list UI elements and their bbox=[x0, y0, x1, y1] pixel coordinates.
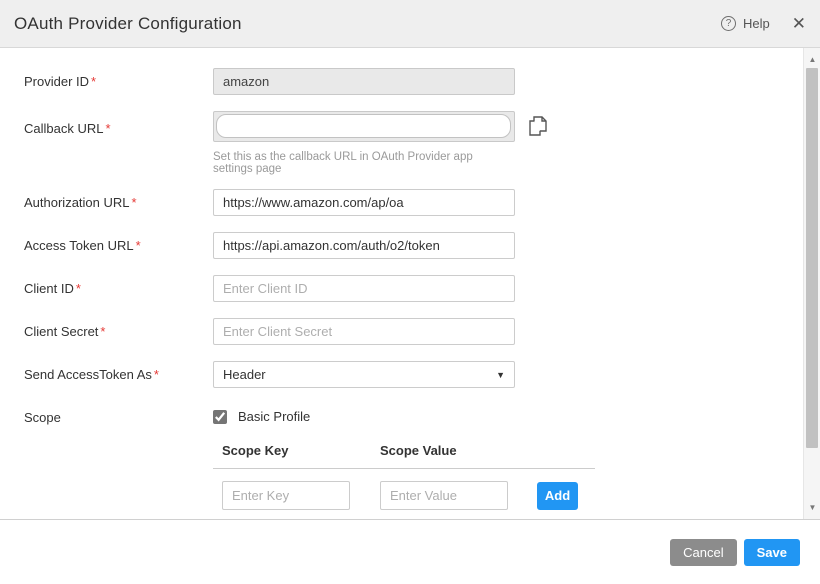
copy-icon[interactable] bbox=[527, 114, 549, 143]
provider-id-control bbox=[213, 68, 515, 95]
dialog-body: Provider ID* Callback URL* bbox=[0, 48, 820, 520]
scope-value-input[interactable] bbox=[380, 481, 508, 510]
provider-id-label: Provider ID* bbox=[24, 68, 213, 95]
provider-id-input bbox=[213, 68, 515, 95]
required-marker: * bbox=[76, 281, 81, 296]
authorization-url-row: Authorization URL* bbox=[24, 189, 820, 216]
help-button[interactable]: ? Help bbox=[721, 16, 770, 31]
add-scope-button[interactable]: Add bbox=[537, 482, 578, 510]
required-marker: * bbox=[91, 74, 96, 89]
access-token-url-control bbox=[213, 232, 515, 259]
callback-url-helper-text: Set this as the callback URL in OAuth Pr… bbox=[213, 151, 515, 175]
authorization-url-input[interactable] bbox=[213, 189, 515, 216]
scope-key-header: Scope Key bbox=[222, 443, 380, 458]
scope-table: Scope Key Scope Value Add bbox=[213, 443, 595, 510]
callback-url-row: Callback URL* Set t bbox=[24, 111, 820, 175]
scope-value-header: Scope Value bbox=[380, 443, 457, 458]
access-token-url-input[interactable] bbox=[213, 232, 515, 259]
scope-row: Scope Basic Profile bbox=[24, 404, 820, 425]
scrollbar-up-arrow-icon[interactable]: ▲ bbox=[804, 51, 820, 68]
callback-url-redaction bbox=[216, 114, 511, 138]
client-id-label-text: Client ID bbox=[24, 281, 74, 296]
send-access-token-selected-value: Header bbox=[223, 367, 266, 382]
client-id-label: Client ID* bbox=[24, 275, 213, 302]
dialog-title: OAuth Provider Configuration bbox=[14, 14, 242, 34]
dialog-header: OAuth Provider Configuration ? Help ✕ bbox=[0, 0, 820, 48]
provider-id-label-text: Provider ID bbox=[24, 74, 89, 89]
authorization-url-control bbox=[213, 189, 515, 216]
scrollbar-thumb[interactable] bbox=[806, 68, 818, 448]
cancel-button[interactable]: Cancel bbox=[670, 539, 736, 566]
scope-label: Scope bbox=[24, 404, 213, 425]
close-icon[interactable]: ✕ bbox=[792, 15, 806, 32]
basic-profile-checkbox[interactable] bbox=[213, 410, 227, 424]
scope-label-text: Scope bbox=[24, 410, 61, 425]
basic-profile-label[interactable]: Basic Profile bbox=[238, 409, 310, 424]
callback-url-field bbox=[213, 111, 515, 142]
client-id-row: Client ID* bbox=[24, 275, 820, 302]
send-access-token-label: Send AccessToken As* bbox=[24, 361, 213, 388]
required-marker: * bbox=[100, 324, 105, 339]
client-secret-row: Client Secret* bbox=[24, 318, 820, 345]
send-access-token-label-text: Send AccessToken As bbox=[24, 367, 152, 382]
required-marker: * bbox=[105, 121, 110, 136]
client-id-input[interactable] bbox=[213, 275, 515, 302]
send-access-token-control: Header ▼ bbox=[213, 361, 515, 388]
callback-url-label: Callback URL* bbox=[24, 111, 213, 175]
access-token-url-row: Access Token URL* bbox=[24, 232, 820, 259]
scope-control: Basic Profile bbox=[213, 404, 515, 425]
save-button[interactable]: Save bbox=[744, 539, 800, 566]
dialog-footer: Cancel Save bbox=[0, 520, 820, 584]
scope-key-input[interactable] bbox=[222, 481, 350, 510]
authorization-url-label-text: Authorization URL bbox=[24, 195, 130, 210]
send-access-token-row: Send AccessToken As* Header ▼ bbox=[24, 361, 820, 388]
client-id-control bbox=[213, 275, 515, 302]
oauth-provider-configuration-dialog: OAuth Provider Configuration ? Help ✕ Pr… bbox=[0, 0, 820, 584]
provider-id-row: Provider ID* bbox=[24, 68, 820, 95]
chevron-down-icon: ▼ bbox=[496, 370, 505, 380]
access-token-url-label-text: Access Token URL bbox=[24, 238, 134, 253]
scope-table-header: Scope Key Scope Value bbox=[213, 443, 595, 469]
help-icon[interactable]: ? bbox=[721, 16, 736, 31]
help-label[interactable]: Help bbox=[743, 16, 770, 31]
client-secret-label-text: Client Secret bbox=[24, 324, 98, 339]
authorization-url-label: Authorization URL* bbox=[24, 189, 213, 216]
scope-entry-row: Add bbox=[213, 481, 595, 510]
client-secret-label: Client Secret* bbox=[24, 318, 213, 345]
client-secret-control bbox=[213, 318, 515, 345]
scrollbar-down-arrow-icon[interactable]: ▼ bbox=[804, 499, 820, 516]
callback-url-label-text: Callback URL bbox=[24, 121, 103, 136]
access-token-url-label: Access Token URL* bbox=[24, 232, 213, 259]
required-marker: * bbox=[136, 238, 141, 253]
required-marker: * bbox=[154, 367, 159, 382]
client-secret-input[interactable] bbox=[213, 318, 515, 345]
send-access-token-select[interactable]: Header ▼ bbox=[213, 361, 515, 388]
callback-url-control: Set this as the callback URL in OAuth Pr… bbox=[213, 111, 515, 175]
vertical-scrollbar[interactable]: ▲ ▼ bbox=[803, 48, 820, 519]
required-marker: * bbox=[132, 195, 137, 210]
